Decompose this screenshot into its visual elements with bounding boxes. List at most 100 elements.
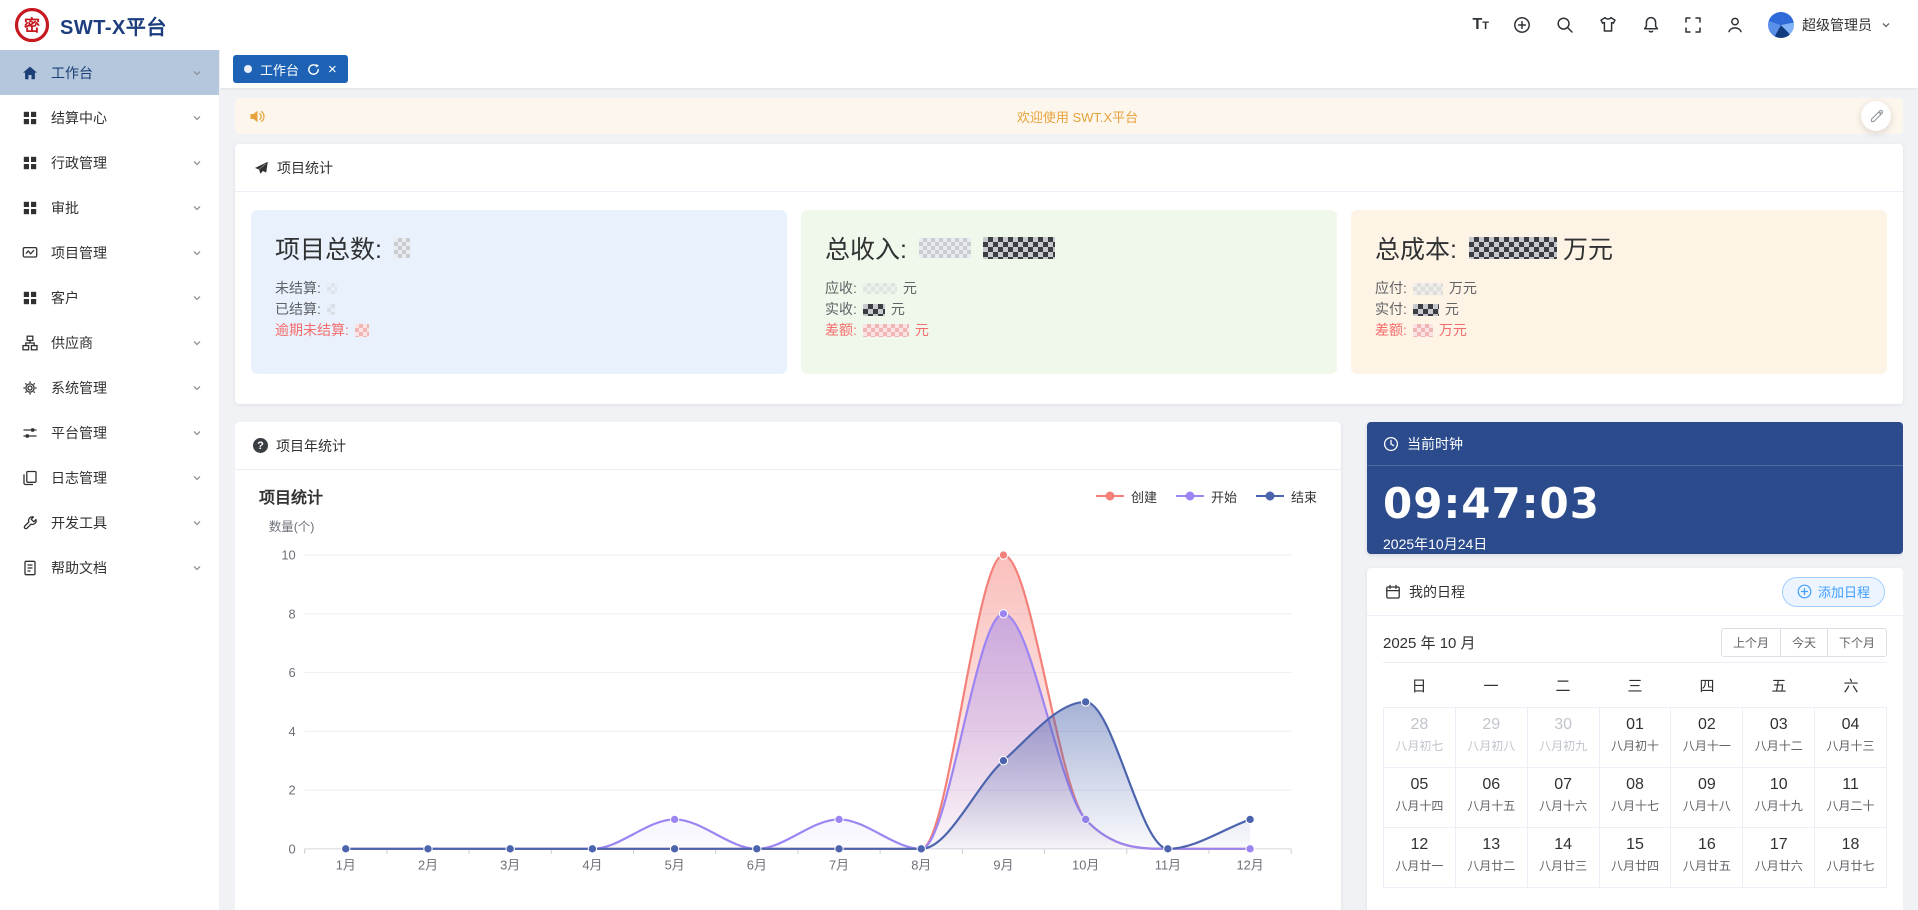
paper-plane-icon [253, 160, 269, 176]
fullscreen-icon[interactable] [1684, 16, 1702, 34]
calendar-day[interactable]: 30八月初九 [1528, 708, 1600, 768]
legend-item[interactable]: 开始 [1175, 487, 1237, 506]
svg-text:0: 0 [289, 841, 296, 856]
calendar-day[interactable]: 15八月廿四 [1600, 828, 1672, 888]
sidebar-item-label: 客户 [51, 288, 178, 308]
brand: 密 SWT-X平台 [0, 7, 220, 43]
chevron-down-icon [191, 157, 203, 169]
sidebar-item-workbench[interactable]: 工作台 [0, 50, 219, 95]
chevron-down-icon [191, 337, 203, 349]
sidebar-item-label: 行政管理 [51, 153, 178, 173]
calendar-day[interactable]: 08八月十七 [1600, 768, 1672, 828]
calendar-day[interactable]: 18八月廿七 [1815, 828, 1887, 888]
chevron-down-icon [191, 67, 203, 79]
calendar-day[interactable]: 03八月十二 [1743, 708, 1815, 768]
chart-legend: 创建开始结束 [1095, 487, 1317, 506]
calendar-day[interactable]: 28八月初七 [1384, 708, 1456, 768]
calendar-weekdays: 日一二三四五六 [1383, 663, 1887, 707]
sidebar-item-devtools[interactable]: 开发工具 [0, 500, 219, 545]
chart-title: 项目统计 [259, 484, 323, 508]
theme-icon[interactable] [1598, 15, 1618, 35]
calendar-day[interactable]: 09八月十八 [1671, 768, 1743, 828]
sidebar-item-settlement[interactable]: 结算中心 [0, 95, 219, 140]
sidebar-item-system[interactable]: 系统管理 [0, 365, 219, 410]
sidebar-item-approval[interactable]: 审批 [0, 185, 219, 230]
stat-row: 差额:元 [825, 320, 1313, 341]
sidebar-item-platform[interactable]: 平台管理 [0, 410, 219, 455]
sidebar-item-label: 帮助文档 [51, 558, 178, 578]
schedule-card: 我的日程 添加日程 2025 年 10 月 [1367, 568, 1903, 910]
chevron-down-icon [191, 112, 203, 124]
org-icon [22, 335, 38, 351]
calendar-days: 28八月初七29八月初八30八月初九01八月初十02八月十一03八月十二04八月… [1383, 707, 1887, 888]
search-icon[interactable] [1555, 15, 1575, 35]
grid-icon [22, 200, 38, 216]
chevron-down-icon [191, 517, 203, 529]
guide-icon[interactable] [1512, 15, 1532, 35]
svg-text:6月: 6月 [747, 858, 767, 873]
prev-month-button[interactable]: 上个月 [1721, 628, 1781, 657]
tab-workbench[interactable]: 工作台 × [233, 55, 348, 83]
calendar-day[interactable]: 07八月十六 [1528, 768, 1600, 828]
calendar-day[interactable]: 17八月廿六 [1743, 828, 1815, 888]
svg-text:2月: 2月 [418, 858, 438, 873]
svg-text:6: 6 [289, 665, 296, 680]
calendar-day[interactable]: 06八月十五 [1456, 768, 1528, 828]
clock-card: 当前时钟 09:47:03 2025年10月24日 [1367, 422, 1903, 554]
font-size-icon[interactable]: TT [1472, 16, 1489, 34]
calendar-day[interactable]: 01八月初十 [1600, 708, 1672, 768]
today-button[interactable]: 今天 [1780, 628, 1828, 657]
calendar-day[interactable]: 13八月廿二 [1456, 828, 1528, 888]
calendar-day[interactable]: 12八月廿一 [1384, 828, 1456, 888]
clock-title: 当前时钟 [1407, 434, 1463, 454]
chart-plot: 0246810数量(个)1月2月3月4月5月6月7月8月9月10月11月12月 [259, 508, 1317, 885]
tab-active-dot [244, 65, 252, 73]
sidebar-item-label: 系统管理 [51, 378, 178, 398]
content: 欢迎使用 SWT.X平台 项目统计 项目总数: [220, 88, 1918, 910]
tab-close-icon[interactable]: × [328, 62, 337, 77]
calendar-nav: 上个月 今天 下个月 [1721, 628, 1887, 657]
svg-text:5月: 5月 [665, 858, 685, 873]
sidebar-item-label: 开发工具 [51, 513, 178, 533]
sidebar-item-label: 项目管理 [51, 243, 178, 263]
calendar-day[interactable]: 02八月十一 [1671, 708, 1743, 768]
calendar-day[interactable]: 04八月十三 [1815, 708, 1887, 768]
plus-circle-icon [1797, 584, 1812, 599]
sidebar-item-help[interactable]: 帮助文档 [0, 545, 219, 590]
weekday-label: 四 [1671, 675, 1743, 696]
next-month-button[interactable]: 下个月 [1827, 628, 1887, 657]
svg-text:10: 10 [281, 548, 295, 563]
sidebar-item-customer[interactable]: 客户 [0, 275, 219, 320]
user-menu[interactable]: 超级管理员 [1768, 12, 1892, 38]
calendar-day[interactable]: 11八月二十 [1815, 768, 1887, 828]
bell-icon[interactable] [1641, 15, 1661, 35]
add-schedule-button[interactable]: 添加日程 [1782, 577, 1885, 607]
svg-text:9月: 9月 [993, 858, 1013, 873]
notice-edit-button[interactable] [1861, 101, 1891, 131]
header-actions: TT 超级管理员 [1472, 12, 1918, 38]
chevron-down-icon [191, 292, 203, 304]
svg-text:10月: 10月 [1072, 858, 1099, 873]
project-year-header: ? 项目年统计 [235, 422, 1341, 470]
sidebar-item-logs[interactable]: 日志管理 [0, 455, 219, 500]
sidebar-item-label: 平台管理 [51, 423, 178, 443]
calendar-day[interactable]: 05八月十四 [1384, 768, 1456, 828]
calendar-day[interactable]: 16八月廿五 [1671, 828, 1743, 888]
grid-icon [22, 155, 38, 171]
calendar-day[interactable]: 29八月初八 [1456, 708, 1528, 768]
tab-refresh-icon[interactable] [307, 63, 320, 76]
legend-item[interactable]: 创建 [1095, 487, 1157, 506]
chart-body: 项目统计 创建开始结束 0246810数量(个)1月2月3月4月5月6月7月8月… [235, 470, 1341, 885]
sidebar-item-supplier[interactable]: 供应商 [0, 320, 219, 365]
user-icon[interactable] [1725, 15, 1745, 35]
project-stats-card: 项目统计 项目总数: 未结算: 已结算: 逾期未结算: 总收入: [235, 144, 1903, 404]
chevron-down-icon [191, 382, 203, 394]
project-year-card: ? 项目年统计 项目统计 创建开始结束 0246810数量(个)1月2月3月4月… [235, 422, 1341, 910]
legend-item[interactable]: 结束 [1255, 487, 1317, 506]
sidebar-item-project[interactable]: 项目管理 [0, 230, 219, 275]
sidebar-item-admin[interactable]: 行政管理 [0, 140, 219, 185]
calendar-day[interactable]: 10八月十九 [1743, 768, 1815, 828]
avatar [1768, 12, 1794, 38]
app-root: 密 SWT-X平台 TT [0, 0, 1918, 910]
calendar-day[interactable]: 14八月廿三 [1528, 828, 1600, 888]
